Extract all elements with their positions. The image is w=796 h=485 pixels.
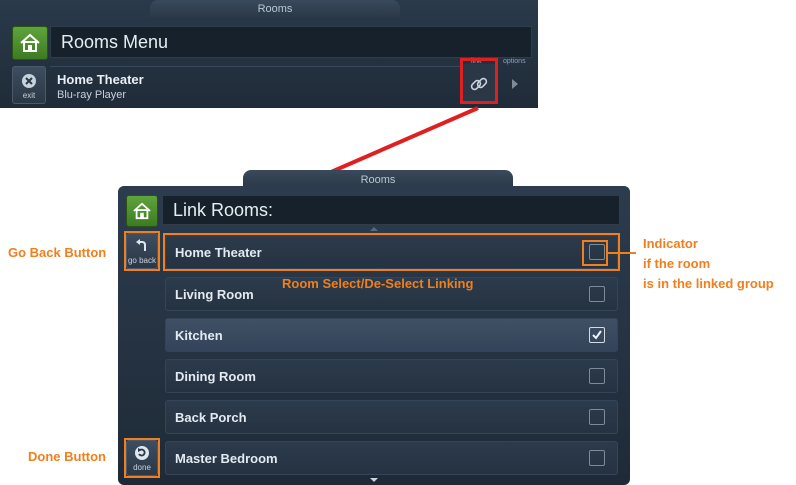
current-source-name: Blu-ray Player — [57, 89, 127, 101]
page-title: Rooms Menu — [50, 26, 532, 58]
exit-label: exit — [22, 91, 36, 100]
room-checkbox[interactable] — [589, 409, 605, 425]
room-checkbox[interactable] — [589, 368, 605, 384]
house-icon — [20, 33, 40, 52]
home-button-main[interactable] — [126, 195, 158, 227]
room-row-kitchen[interactable]: Kitchen — [165, 318, 618, 352]
indicator-annotation-line3: is in the linked group — [643, 276, 774, 291]
link-rooms-panel: Rooms Link Rooms: go back done Home Thea… — [118, 170, 630, 485]
room-row-master-bedroom[interactable]: Master Bedroom — [165, 441, 618, 475]
indicator-connector — [608, 252, 636, 254]
close-icon — [22, 74, 36, 88]
exit-button[interactable]: exit — [12, 66, 46, 104]
main-panel-tab-title: Rooms — [360, 174, 396, 186]
room-name: Master Bedroom — [175, 450, 278, 466]
indicator-annotation-line1: Indicator — [643, 236, 698, 251]
chevron-right-icon — [512, 79, 518, 89]
room-row-back-porch[interactable]: Back Porch — [165, 400, 618, 434]
indicator-highlight — [582, 240, 608, 266]
room-name: Dining Room — [175, 368, 256, 384]
options-button[interactable] — [500, 64, 530, 104]
room-row-dining-room[interactable]: Dining Room — [165, 359, 618, 393]
top-rooms-panel: Rooms Rooms Menu exit Home Theater Blu-r… — [0, 0, 538, 108]
indicator-annotation-line2: if the room — [643, 256, 711, 271]
room-name: Living Room — [175, 286, 254, 302]
scroll-up-indicator — [370, 227, 378, 231]
link-button-highlight — [460, 58, 498, 104]
current-room-info: Home Theater Blu-ray Player — [50, 66, 460, 105]
go-back-highlight — [124, 231, 160, 271]
room-select-annotation: Room Select/De-Select Linking — [282, 276, 474, 291]
current-room-name: Home Theater — [57, 72, 144, 87]
done-highlight — [124, 438, 160, 478]
top-panel-tab-title: Rooms — [257, 3, 293, 15]
room-checkbox-checked[interactable] — [589, 327, 605, 343]
link-rooms-title: Link Rooms: — [162, 195, 620, 225]
house-icon-main — [133, 202, 151, 220]
checkmark-icon — [592, 330, 602, 340]
room-select-highlight — [163, 233, 620, 271]
scroll-down-indicator — [370, 478, 378, 482]
link-rooms-title-text: Link Rooms: — [173, 199, 274, 220]
room-name: Kitchen — [175, 327, 223, 343]
done-annotation: Done Button — [28, 449, 106, 464]
home-button[interactable] — [12, 26, 48, 60]
room-checkbox[interactable] — [589, 450, 605, 466]
room-checkbox[interactable] — [589, 286, 605, 302]
page-title-text: Rooms Menu — [61, 31, 169, 52]
top-panel-tab: Rooms — [150, 0, 400, 20]
room-name: Back Porch — [175, 409, 247, 425]
go-back-annotation: Go Back Button — [8, 245, 107, 260]
